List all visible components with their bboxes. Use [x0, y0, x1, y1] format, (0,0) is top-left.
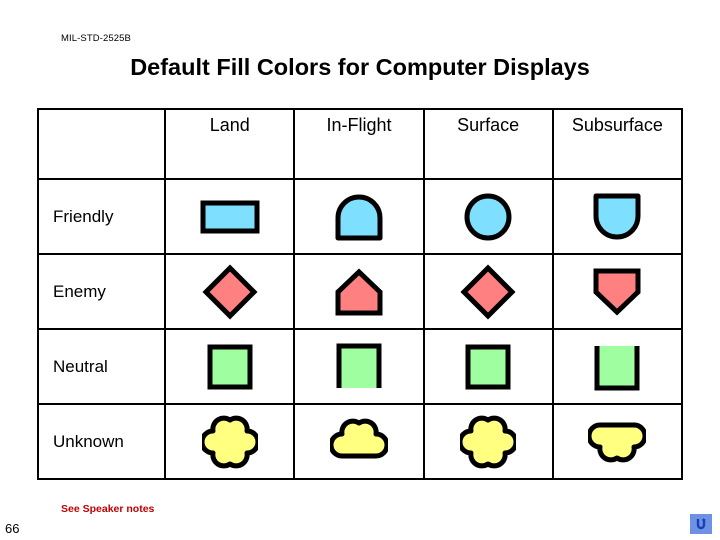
enemy-surface-symbol	[425, 255, 552, 328]
cell-enemy-in-flight	[293, 253, 425, 330]
row-header-unknown: Unknown	[36, 403, 167, 480]
cell-enemy-surface	[422, 253, 554, 330]
table-row: Friendly	[36, 178, 684, 255]
cell-enemy-land	[164, 253, 296, 330]
row-header-neutral: Neutral	[36, 328, 167, 405]
return-button[interactable]	[690, 514, 712, 534]
cell-friendly-subsurface	[551, 178, 684, 255]
column-header-label: In-Flight	[326, 115, 392, 135]
symbol-matrix-table: Land In-Flight Surface Subsurface Friend…	[36, 108, 684, 480]
table-row: Unknown	[36, 403, 684, 480]
cell-unknown-in-flight	[293, 403, 425, 480]
corner-header-cell	[36, 108, 167, 180]
cell-unknown-land	[164, 403, 296, 480]
corner-header-label	[39, 110, 164, 115]
column-header-land: Land	[164, 108, 296, 180]
table-row: Neutral	[36, 328, 684, 405]
table-row: Enemy	[36, 253, 684, 330]
cell-friendly-in-flight	[293, 178, 425, 255]
cell-neutral-in-flight	[293, 328, 425, 405]
unknown-surface-symbol	[425, 405, 552, 478]
enemy-in-flight-symbol	[295, 255, 422, 328]
neutral-subsurface-symbol	[554, 330, 681, 403]
cell-neutral-surface	[422, 328, 554, 405]
row-header-label: Unknown	[53, 431, 124, 451]
neutral-in-flight-symbol	[295, 330, 422, 403]
table-header-row: Land In-Flight Surface Subsurface	[36, 108, 684, 180]
column-header-surface: Surface	[422, 108, 554, 180]
friendly-land-symbol	[166, 180, 293, 253]
page-title: Default Fill Colors for Computer Display…	[130, 54, 590, 80]
friendly-subsurface-symbol	[554, 180, 681, 253]
friendly-surface-symbol	[425, 180, 552, 253]
row-header-label: Enemy	[53, 281, 106, 301]
column-header-label: Surface	[457, 115, 520, 135]
unknown-subsurface-symbol	[554, 405, 681, 478]
row-header-label: Neutral	[53, 356, 108, 376]
enemy-land-symbol	[166, 255, 293, 328]
cell-neutral-subsurface	[551, 328, 684, 405]
row-header-friendly: Friendly	[36, 178, 167, 255]
unknown-land-symbol	[166, 405, 293, 478]
standard-reference: MIL-STD-2525B	[61, 33, 131, 44]
column-header-subsurface: Subsurface	[551, 108, 684, 180]
neutral-land-symbol	[166, 330, 293, 403]
slide-canvas: MIL-STD-2525B Default Fill Colors for Co…	[0, 0, 720, 540]
page-number: 66	[5, 521, 20, 536]
return-arrow-icon	[696, 518, 706, 530]
unknown-in-flight-symbol	[295, 405, 422, 478]
cell-unknown-surface	[422, 403, 554, 480]
enemy-subsurface-symbol	[554, 255, 681, 328]
cell-neutral-land	[164, 328, 296, 405]
column-header-label: Subsurface	[571, 115, 663, 135]
row-header-enemy: Enemy	[36, 253, 167, 330]
friendly-in-flight-symbol	[295, 180, 422, 253]
cell-unknown-subsurface	[551, 403, 684, 480]
speaker-notes-label: See Speaker notes	[61, 503, 155, 515]
cell-enemy-subsurface	[551, 253, 684, 330]
cell-friendly-land	[164, 178, 296, 255]
column-header-in-flight: In-Flight	[293, 108, 425, 180]
row-header-label: Friendly	[53, 206, 114, 226]
cell-friendly-surface	[422, 178, 554, 255]
neutral-surface-symbol	[425, 330, 552, 403]
column-header-label: Land	[209, 115, 250, 135]
